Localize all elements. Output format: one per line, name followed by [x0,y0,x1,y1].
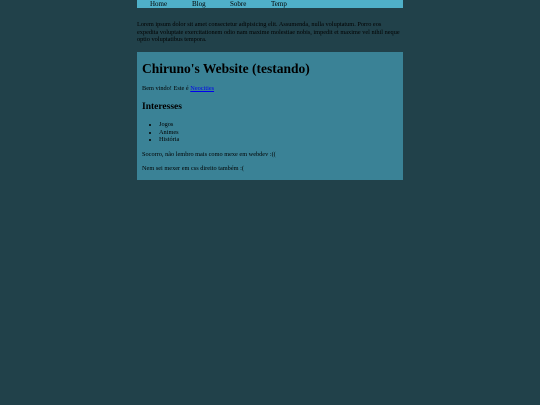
list-item: História [159,136,179,144]
neocities-link[interactable]: Neocities [190,85,214,92]
nav-link-sobre[interactable]: Sobre [230,0,246,8]
nav-link-temp[interactable]: Temp [271,0,287,8]
welcome-prefix: Bem vindo! Este é [142,85,191,92]
interests-heading: Interesses [142,102,182,112]
page-title: Chiruno's Website (testando) [142,61,310,76]
nav-link-home[interactable]: Home [150,0,167,8]
page: Home Blog Sobre Temp Lorem ipsum dolor s… [0,0,540,405]
intro-paragraph: Lorem ipsum dolor sit amet consectetur a… [137,21,400,44]
list-item: Jogos [159,121,179,129]
webdev-note: Socorro, não lembro mais como mexe em we… [142,151,276,158]
content-card: Chiruno's Website (testando) Bem vindo! … [137,52,403,180]
welcome-text: Bem vindo! Este é Neocities [142,85,214,93]
top-navbar: Home Blog Sobre Temp [137,0,403,8]
list-item: Animes [159,129,179,137]
interests-list: Jogos Animes História [150,121,179,144]
nav-link-blog[interactable]: Blog [192,0,206,8]
css-note: Nem sei mexer em css direito também :( [142,165,244,172]
